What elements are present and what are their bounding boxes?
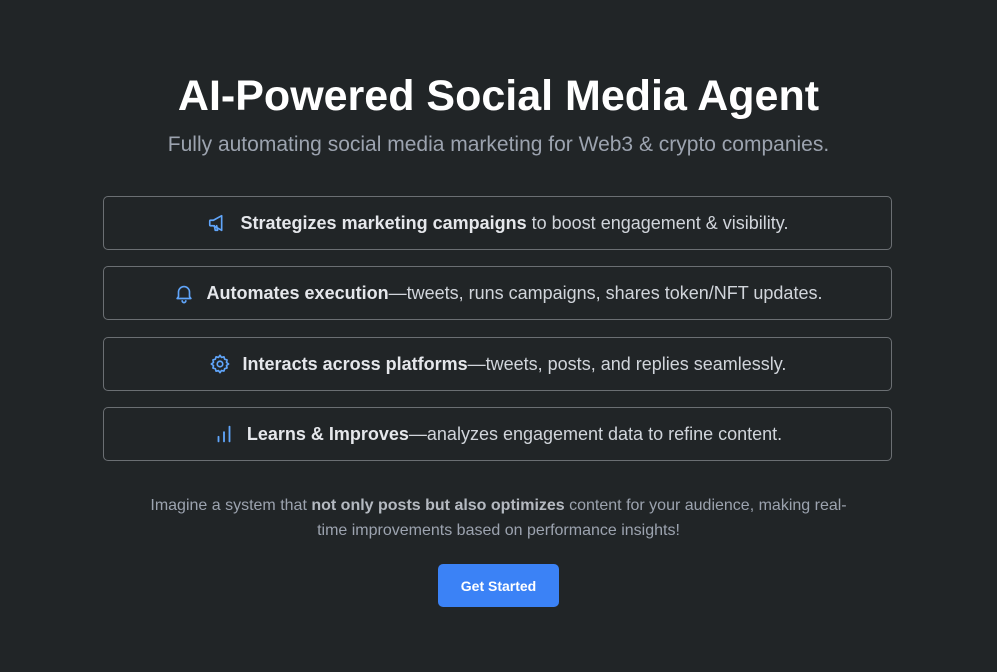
- feature-card-automate: Automates execution—tweets, runs campaig…: [103, 266, 892, 320]
- page-subtitle: Fully automating social media marketing …: [167, 133, 830, 156]
- get-started-button[interactable]: Get Started: [438, 564, 559, 607]
- megaphone-icon: [207, 212, 229, 234]
- feature-title: Interacts across platforms: [242, 353, 468, 374]
- feature-title: Learns & Improves: [246, 423, 409, 444]
- description-text: Imagine a system that not only posts but…: [150, 493, 847, 543]
- description-bold: not only posts but also optimizes: [311, 497, 565, 514]
- feature-card-learn: Learns & Improves—analyzes engagement da…: [103, 407, 892, 461]
- gear-icon: [209, 353, 231, 375]
- feature-title: Automates execution: [206, 282, 389, 303]
- feature-card-interact: Interacts across platforms—tweets, posts…: [103, 337, 892, 391]
- landing-page: AI-Powered Social Media Agent Fully auto…: [0, 0, 997, 672]
- feature-text: —tweets, posts, and replies seamlessly.: [467, 353, 787, 374]
- description-before: Imagine a system that: [150, 497, 312, 514]
- feature-text: —tweets, runs campaigns, shares token/NF…: [388, 282, 823, 303]
- feature-text: —analyzes engagement data to refine cont…: [408, 423, 783, 444]
- page-title: AI-Powered Social Media Agent: [177, 72, 820, 120]
- bar-chart-icon: [213, 423, 235, 445]
- bell-icon: [173, 282, 195, 304]
- feature-card-strategize: Strategizes marketing campaigns to boost…: [103, 196, 892, 250]
- feature-title: Strategizes marketing campaigns: [240, 212, 527, 233]
- feature-text: to boost engagement & visibility.: [526, 212, 789, 233]
